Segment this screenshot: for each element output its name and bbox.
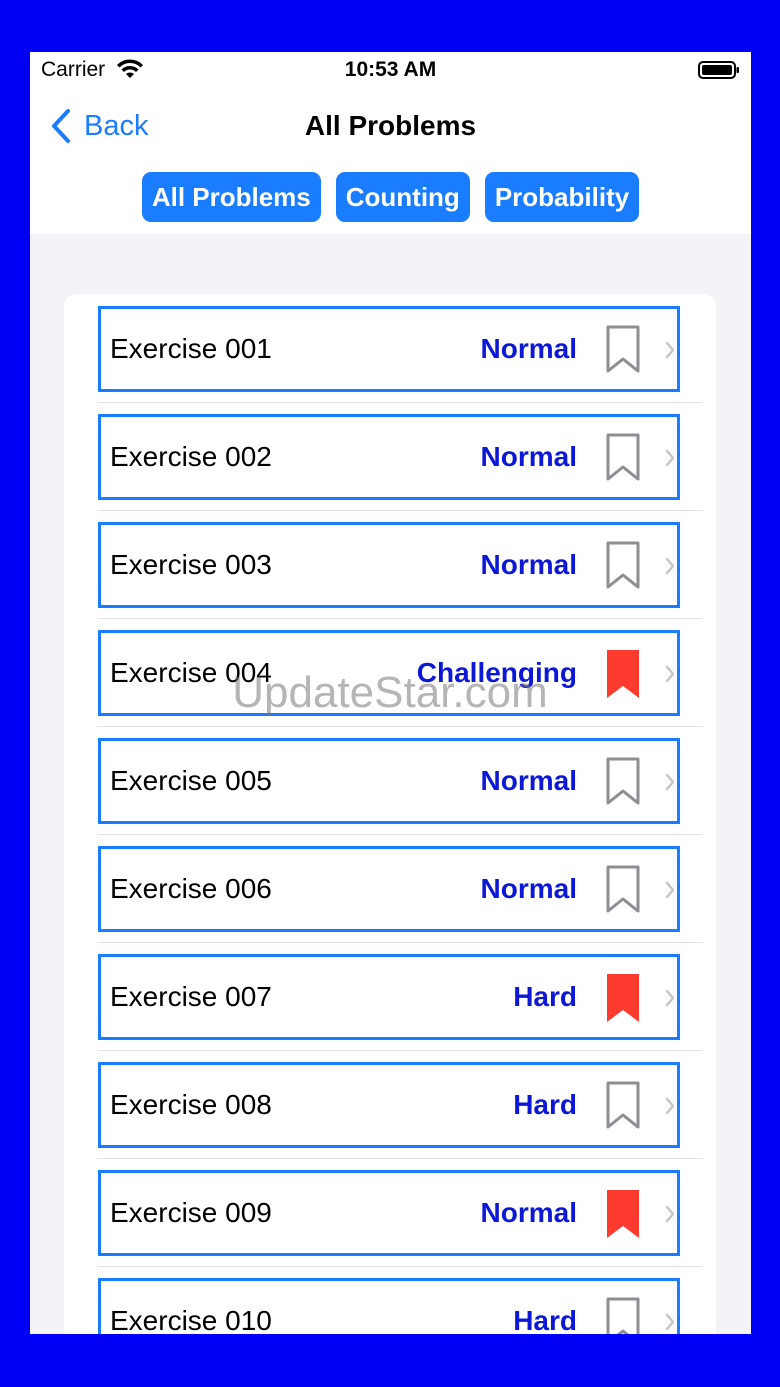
exercise-row-007[interactable]: Exercise 007 Hard xyxy=(98,954,680,1040)
exercise-row-003[interactable]: Exercise 003 Normal xyxy=(98,522,680,608)
chevron-right-icon xyxy=(665,557,675,575)
difficulty-label: Challenging xyxy=(416,657,577,688)
row-separator xyxy=(98,1158,702,1159)
bookmark-icon[interactable] xyxy=(606,757,640,807)
row-separator xyxy=(98,942,702,943)
difficulty-label: Hard xyxy=(513,981,577,1012)
filter-counting[interactable]: Counting xyxy=(335,172,470,222)
list-item[interactable]: Exercise 005 Normal xyxy=(98,728,702,836)
list-item[interactable]: Exercise 009 Normal xyxy=(98,1160,702,1268)
row-separator xyxy=(98,402,702,403)
category-filter: All Problems Counting Probability xyxy=(30,172,751,222)
bookmark-icon[interactable] xyxy=(606,973,640,1023)
phone-screen: Carrier 10:53 AM Back All Problems All P… xyxy=(30,52,751,1334)
bookmark-icon[interactable] xyxy=(606,1189,640,1239)
chevron-right-icon xyxy=(665,1313,675,1331)
bookmark-icon[interactable] xyxy=(606,541,640,591)
difficulty-label: Normal xyxy=(480,1197,577,1228)
chevron-right-icon xyxy=(665,1097,675,1115)
row-separator xyxy=(98,510,702,511)
page-title: All Problems xyxy=(304,110,477,141)
chevron-right-icon xyxy=(665,341,675,359)
bookmark-icon[interactable] xyxy=(606,1081,640,1131)
exercise-row-002[interactable]: Exercise 002 Normal xyxy=(98,414,680,500)
chevron-right-icon xyxy=(665,665,675,683)
list-item[interactable]: Exercise 007 Hard xyxy=(98,944,702,1052)
exercise-row-009[interactable]: Exercise 009 Normal xyxy=(98,1170,680,1256)
chevron-right-icon xyxy=(665,773,675,791)
exercise-title: Exercise 008 xyxy=(110,1089,272,1120)
list-item[interactable]: Exercise 003 Normal xyxy=(98,512,702,620)
exercise-row-008[interactable]: Exercise 008 Hard xyxy=(98,1062,680,1148)
bookmark-icon[interactable] xyxy=(606,865,640,915)
exercise-title: Exercise 005 xyxy=(110,765,272,796)
exercise-row-001[interactable]: Exercise 001 Normal xyxy=(98,306,680,392)
difficulty-label: Normal xyxy=(480,765,577,796)
bookmark-icon[interactable] xyxy=(606,433,640,483)
bookmark-icon[interactable] xyxy=(606,1297,640,1334)
difficulty-label: Hard xyxy=(513,1089,577,1120)
chevron-right-icon xyxy=(665,449,675,467)
exercise-row-010[interactable]: Exercise 010 Hard xyxy=(98,1278,680,1334)
exercise-title: Exercise 006 xyxy=(110,873,272,904)
exercise-row-004[interactable]: Exercise 004 Challenging xyxy=(98,630,680,716)
status-time: 10:53 AM xyxy=(344,58,437,81)
exercise-row-006[interactable]: Exercise 006 Normal xyxy=(98,846,680,932)
exercise-title: Exercise 001 xyxy=(110,333,272,364)
list-item[interactable]: Exercise 006 Normal xyxy=(98,836,702,944)
difficulty-label: Normal xyxy=(480,441,577,472)
exercise-title: Exercise 002 xyxy=(110,441,272,472)
exercise-title: Exercise 003 xyxy=(110,549,272,580)
difficulty-label: Normal xyxy=(480,873,577,904)
chevron-right-icon xyxy=(665,989,675,1007)
filter-all-problems[interactable]: All Problems xyxy=(141,172,321,222)
difficulty-label: Normal xyxy=(480,549,577,580)
row-separator xyxy=(98,618,702,619)
row-separator xyxy=(98,1050,702,1051)
battery-icon xyxy=(698,61,739,79)
exercise-title: Exercise 009 xyxy=(110,1197,272,1228)
row-separator xyxy=(98,834,702,835)
exercise-title: Exercise 010 xyxy=(110,1305,272,1334)
filter-probability[interactable]: Probability xyxy=(484,172,640,222)
list-item[interactable]: Exercise 010 Hard xyxy=(98,1268,680,1334)
exercise-title: Exercise 004 xyxy=(110,657,272,688)
list-item[interactable]: Exercise 008 Hard xyxy=(98,1052,702,1160)
status-bar: Carrier 10:53 AM xyxy=(30,52,751,88)
chevron-right-icon xyxy=(665,1205,675,1223)
list-item[interactable]: Exercise 001 Normal xyxy=(98,296,702,404)
navigation-bar: Back All Problems All Problems Counting … xyxy=(30,88,751,234)
exercise-row-005[interactable]: Exercise 005 Normal xyxy=(98,738,680,824)
list-item[interactable]: Exercise 004 Challenging xyxy=(98,620,702,728)
exercise-title: Exercise 007 xyxy=(110,981,272,1012)
difficulty-label: Normal xyxy=(480,333,577,364)
bookmark-icon[interactable] xyxy=(606,325,640,375)
difficulty-label: Hard xyxy=(513,1305,577,1334)
row-separator xyxy=(98,1266,702,1267)
bookmark-icon[interactable] xyxy=(606,649,640,699)
chevron-right-icon xyxy=(665,881,675,899)
row-separator xyxy=(98,726,702,727)
list-item[interactable]: Exercise 002 Normal xyxy=(98,404,702,512)
